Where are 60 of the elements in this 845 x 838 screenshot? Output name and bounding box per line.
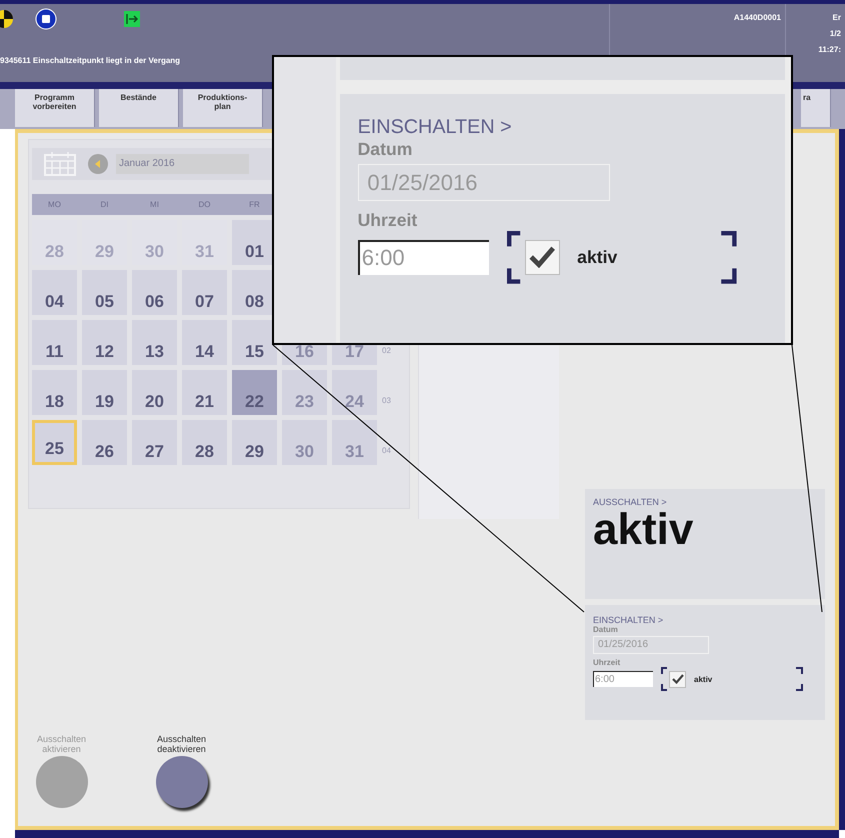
calendar-day[interactable]: 25 bbox=[32, 420, 77, 465]
week-number: 03 bbox=[382, 396, 392, 407]
tab[interactable]: ra bbox=[801, 89, 831, 127]
status-message: 9345611 Einschaltzeitpunkt liegt in der Vergang bbox=[0, 56, 182, 65]
status-text: aktiv bbox=[593, 507, 694, 553]
section-heading: EINSCHALTEN > bbox=[358, 116, 513, 139]
calendar-day[interactable]: 14 bbox=[182, 320, 227, 365]
calendar-day[interactable]: 19 bbox=[82, 370, 127, 415]
calendar-day[interactable]: 15 bbox=[232, 320, 277, 365]
tab[interactable]: Programm vorbereiten bbox=[15, 89, 95, 127]
calendar-day[interactable]: 13 bbox=[132, 320, 177, 365]
bracket-icon bbox=[795, 667, 803, 691]
header-info: Er bbox=[832, 12, 841, 24]
calendar-day[interactable]: 26 bbox=[82, 420, 127, 465]
checkbox-label: aktiv bbox=[694, 674, 712, 684]
calendar-day[interactable]: 29 bbox=[232, 420, 277, 465]
week-number: 02 bbox=[382, 346, 392, 357]
section-heading: AUSSCHALTEN > bbox=[593, 497, 668, 507]
calendar-day[interactable]: 22 bbox=[232, 370, 277, 415]
action-button[interactable]: Ausschalten deaktivieren bbox=[144, 734, 219, 826]
tab[interactable]: Produktions- plan bbox=[183, 89, 263, 127]
exit-icon[interactable] bbox=[124, 11, 140, 27]
bracket-icon bbox=[719, 230, 737, 284]
calendar-day[interactable]: 12 bbox=[82, 320, 127, 365]
field-label: Uhrzeit bbox=[358, 210, 418, 231]
checkbox-label: aktiv bbox=[577, 246, 618, 268]
field-label: Datum bbox=[593, 625, 619, 634]
pie-icon bbox=[0, 9, 14, 29]
field-label: Uhrzeit bbox=[593, 658, 622, 667]
calendar-day[interactable]: 11 bbox=[32, 320, 77, 365]
checkbox[interactable] bbox=[669, 670, 686, 688]
checkbox[interactable] bbox=[524, 240, 560, 275]
stop-icon[interactable] bbox=[35, 8, 57, 30]
weekday-label: MI bbox=[149, 199, 160, 211]
header-info: 1/2 bbox=[830, 28, 841, 40]
calendar-day[interactable]: 06 bbox=[132, 270, 177, 315]
calendar-day[interactable]: 28 bbox=[182, 420, 227, 465]
calendar-day[interactable]: 05 bbox=[82, 270, 127, 315]
section-heading: EINSCHALTEN > bbox=[593, 615, 664, 625]
calendar-day[interactable]: 27 bbox=[132, 420, 177, 465]
calendar-day[interactable]: 20 bbox=[132, 370, 177, 415]
week-number: 04 bbox=[382, 446, 392, 457]
weekday-label: DO bbox=[198, 199, 212, 211]
calendar-day[interactable]: 21 bbox=[182, 370, 227, 415]
check-icon bbox=[528, 246, 556, 268]
tab[interactable]: Bestände bbox=[99, 89, 179, 127]
time-field[interactable]: 6:00 bbox=[593, 671, 653, 687]
bracket-icon bbox=[661, 667, 669, 691]
calendar-day[interactable]: 07 bbox=[182, 270, 227, 315]
month-field: Januar 2016 bbox=[116, 154, 249, 174]
header-info: 11:27: bbox=[818, 44, 841, 56]
weekday-label: MO bbox=[47, 199, 62, 211]
calendar-day[interactable]: 18 bbox=[32, 370, 77, 415]
time-field[interactable]: 6:00 bbox=[358, 240, 490, 275]
field-label: Datum bbox=[358, 138, 414, 160]
weekday-label: FR bbox=[248, 199, 261, 211]
check-icon bbox=[672, 674, 684, 684]
calendar-day[interactable]: 04 bbox=[32, 270, 77, 315]
weekday-label: DI bbox=[100, 199, 110, 211]
device-id: A1440D0001 bbox=[734, 12, 781, 24]
